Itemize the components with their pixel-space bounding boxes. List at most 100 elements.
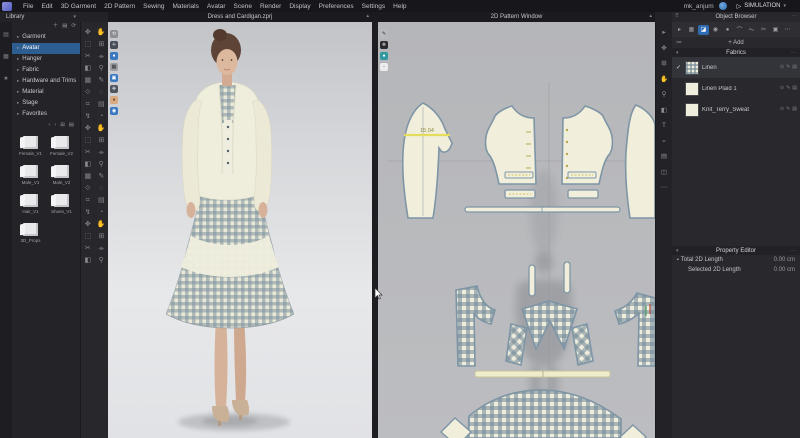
toolbar-icon[interactable]: ◌ <box>99 185 103 192</box>
tree-item-fabric[interactable]: ▸ Fabric <box>12 65 80 76</box>
toolbar-icon[interactable]: ⚲ <box>99 257 104 264</box>
toolbar-icon[interactable]: ▤ <box>98 197 105 204</box>
toolbar-icon[interactable]: T <box>662 122 666 130</box>
toolbar-icon[interactable]: ◌ <box>99 89 103 96</box>
garment-tab-icon[interactable]: ▦ <box>686 25 697 35</box>
visibility-icon[interactable]: ⊙ <box>780 107 784 112</box>
add-icon[interactable]: ＋ <box>53 23 59 30</box>
toolbar-icon[interactable]: ✎ <box>98 77 104 84</box>
fabric-tab-icon[interactable]: ◪ <box>698 24 709 35</box>
placement-tab-icon[interactable]: ▣ <box>770 25 781 35</box>
camera-icon[interactable]: ◉ <box>110 107 118 115</box>
edit-icon[interactable]: ✎ <box>786 86 790 91</box>
show-texture-icon[interactable]: ▫ <box>380 63 388 71</box>
menu-render[interactable]: Render <box>256 3 285 10</box>
menu-sewing[interactable]: Sewing <box>139 3 168 10</box>
toolbar-icon[interactable]: ⌯ <box>98 53 104 60</box>
toolbar-icon[interactable]: ✥ <box>85 125 91 132</box>
object-browser-header[interactable]: ⠿ Object Browser ⋯ <box>672 12 800 22</box>
toolbar-icon[interactable]: ⌗ <box>86 101 90 108</box>
layer-icon[interactable]: ▤ <box>792 107 797 112</box>
pattern-front-right[interactable] <box>561 105 614 185</box>
toolbar-icon[interactable]: ✥ <box>85 29 91 36</box>
avatar-3d[interactable] <box>108 22 372 438</box>
library-folder[interactable]: 3D_Props <box>16 223 45 243</box>
list-menu-icon[interactable]: ≔ <box>676 39 682 46</box>
menu-materials[interactable]: Materials <box>169 3 203 10</box>
toolbar-icon[interactable]: ▤ <box>661 153 667 161</box>
toolbar-icon[interactable]: ⊞ <box>661 60 666 68</box>
toolbar-icon[interactable]: ✋ <box>97 29 106 36</box>
garment-3d-viewport[interactable]: ⟲ ✛ ● ▦ ▣ ✚ ● ◉ <box>108 22 372 438</box>
avatar-display-icon[interactable]: ● <box>110 96 118 104</box>
tree-item-material[interactable]: ▸ Material <box>12 87 80 98</box>
pattern-canvas[interactable]: 15.04 <box>378 22 655 438</box>
pattern-side-left[interactable] <box>505 323 528 367</box>
toolbar-icon[interactable]: ⊞ <box>98 233 104 240</box>
collapse-section-icon[interactable]: ▾ <box>676 50 679 56</box>
edit-icon[interactable]: ✎ <box>786 65 790 70</box>
menu-scene[interactable]: Scene <box>230 3 256 10</box>
toolbar-icon[interactable]: ⊞ <box>98 41 104 48</box>
fabric-thumbnail[interactable] <box>685 60 699 75</box>
library-grid-icon[interactable]: ▦ <box>3 54 9 60</box>
toolbar-icon[interactable]: ↯ <box>85 113 91 120</box>
toolbar-icon[interactable]: ⚲ <box>99 161 104 168</box>
pattern-waistband[interactable] <box>474 370 611 378</box>
scene-tab-icon[interactable]: ▸ <box>674 25 685 35</box>
library-folder[interactable]: Female_V2 <box>47 136 76 156</box>
layer-icon[interactable]: ▤ <box>792 65 797 70</box>
toolbar-icon[interactable]: ⚲ <box>99 65 104 72</box>
toolbar-icon[interactable]: ▦ <box>84 173 91 180</box>
toolbar-icon[interactable]: ⟐ <box>85 185 91 192</box>
library-folder[interactable]: Hair_V1 <box>16 194 45 214</box>
show-garment-icon[interactable]: ▣ <box>110 74 118 82</box>
visibility-icon[interactable]: ⊙ <box>780 65 784 70</box>
layer-icon[interactable]: ▤ <box>792 86 797 91</box>
fabric-item-linen[interactable]: ✓ Linen ⊙ ✎ ▤ <box>672 57 800 78</box>
gizmo-icon[interactable]: ✛ <box>110 41 118 49</box>
toolbar-icon[interactable]: ✂ <box>85 245 91 252</box>
toolbar-icon[interactable]: ◫ <box>661 169 667 177</box>
toolbar-icon[interactable]: ▤ <box>98 101 105 108</box>
toolbar-icon[interactable]: ✋ <box>97 125 106 132</box>
toolbar-icon[interactable]: ◧ <box>661 107 667 115</box>
toolbar-icon[interactable]: ⋯ <box>661 184 668 192</box>
detail-view-icon[interactable]: ▤ <box>69 122 74 129</box>
menu-display[interactable]: Display <box>285 3 314 10</box>
tree-item-garment[interactable]: ▸ Garment <box>12 32 80 43</box>
property-editor-header[interactable]: ▾ Property Editor ⋯ <box>672 246 800 255</box>
toolbar-icon[interactable]: ⟐ <box>85 89 91 96</box>
toolbar-icon[interactable]: ✂ <box>85 53 91 60</box>
button-tab-icon[interactable]: ● <box>722 25 733 35</box>
menu-preferences[interactable]: Preferences <box>315 3 358 10</box>
pattern-window-titlebar[interactable]: 2D Pattern Window ▴ <box>378 12 655 22</box>
toolbar-icon[interactable]: ◧ <box>84 65 91 72</box>
transform-icon[interactable]: ✥ <box>380 41 388 49</box>
fabrics-section-header[interactable]: ▾ Fabrics ⋯ <box>672 48 800 57</box>
toolbar-icon[interactable]: ▸ <box>662 29 665 37</box>
toolbar-icon[interactable]: ✥ <box>85 221 91 228</box>
simulation-button[interactable]: ▷ SIMULATION ▾ <box>737 3 786 10</box>
library-folder[interactable]: Male_V2 <box>47 165 76 185</box>
toolbar-icon[interactable]: ⌗ <box>86 197 90 204</box>
toolbar-icon[interactable]: ⬚ <box>84 233 91 240</box>
more-icon[interactable]: ⋯ <box>792 13 797 19</box>
collapse-section-icon[interactable]: ▾ <box>676 248 679 254</box>
menu-edit[interactable]: Edit <box>37 3 56 10</box>
toolbar-icon[interactable]: ✎ <box>98 173 104 180</box>
toolbar-icon[interactable]: ✂ <box>85 149 91 156</box>
account-avatar[interactable] <box>718 2 727 10</box>
pattern-cuff-left[interactable] <box>439 417 473 438</box>
menu-help[interactable]: Help <box>389 3 410 10</box>
back-icon[interactable]: ‹ <box>49 122 51 129</box>
favorite-star-icon[interactable]: ★ <box>3 76 8 82</box>
account-username[interactable]: mk_anjum <box>684 3 714 10</box>
show-avatar-icon[interactable]: ● <box>110 52 118 60</box>
toolbar-icon[interactable]: ⌁ <box>662 138 666 146</box>
pattern-back-right[interactable] <box>613 292 655 367</box>
menu-3d-garment[interactable]: 3D Garment <box>57 3 100 10</box>
thumbnail-view-icon[interactable]: ⊞ <box>60 122 65 129</box>
render-style-icon[interactable]: ▦ <box>110 63 118 71</box>
library-folder[interactable]: Shoes_V1 <box>47 194 76 214</box>
